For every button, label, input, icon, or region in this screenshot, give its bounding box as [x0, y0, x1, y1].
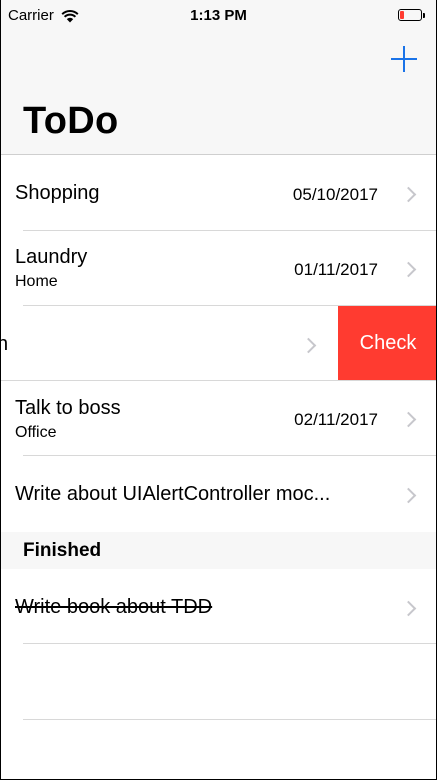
- item-date: 01/11/2017: [294, 260, 378, 279]
- battery-icon: [398, 9, 425, 21]
- item-date: 02/11/2017: [294, 410, 378, 429]
- item-location: Home: [15, 273, 58, 290]
- item-title: Laundry: [15, 246, 88, 268]
- app-window: Carrier 1:13 PM ToDo Shopping 05/10/2017…: [0, 0, 437, 780]
- todo-row-shopping[interactable]: Shopping 05/10/2017: [1, 156, 436, 231]
- item-title: Shopping: [15, 182, 100, 204]
- page-title: ToDo: [23, 100, 119, 142]
- status-bar: Carrier 1:13 PM: [1, 0, 436, 32]
- chevron-right-icon: [400, 600, 417, 617]
- chevron-right-icon: [400, 186, 417, 203]
- row-separator: [23, 643, 436, 644]
- todo-row-uialertcontroller[interactable]: Write about UIAlertController moc...: [1, 456, 436, 531]
- chevron-right-icon: [400, 411, 417, 428]
- todo-row-swiped[interactable]: h Check: [1, 306, 436, 381]
- item-title: h: [1, 333, 8, 356]
- todo-row-talk-to-boss[interactable]: Talk to boss Office 02/11/2017: [1, 381, 436, 456]
- empty-row-separator: [23, 719, 436, 720]
- check-button[interactable]: Check: [338, 306, 436, 381]
- navigation-bar: ToDo: [1, 32, 436, 155]
- item-title: Talk to boss: [15, 397, 121, 419]
- item-location: Office: [15, 424, 57, 441]
- item-title: Write about UIAlertController moc...: [15, 483, 331, 505]
- section-title: Finished: [23, 540, 102, 561]
- chevron-right-icon: [300, 337, 317, 354]
- finished-row[interactable]: Write book about TDD: [1, 569, 436, 644]
- add-item-button[interactable]: [390, 45, 418, 73]
- todo-row-laundry[interactable]: Laundry Home 01/11/2017: [1, 231, 436, 306]
- finished-section-header: Finished: [1, 532, 436, 569]
- chevron-right-icon: [400, 261, 417, 278]
- item-date: 05/10/2017: [292, 185, 378, 204]
- chevron-right-icon: [400, 487, 417, 504]
- finished-item-title: Write book about TDD: [15, 596, 213, 618]
- status-time: 1:13 PM: [190, 7, 247, 24]
